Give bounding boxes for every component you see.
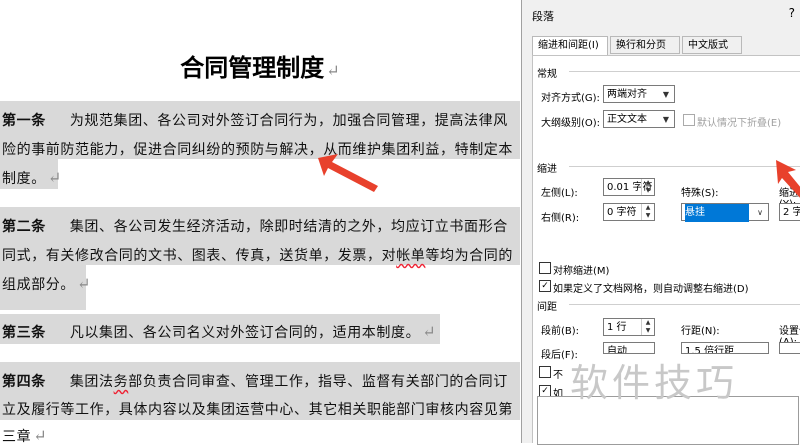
line-text: 同式，有关修改合同的文书、图表、传真，送货单，发票，对 <box>2 248 397 264</box>
left-indent-label: 左侧(L): <box>541 188 578 199</box>
outline-level-select[interactable]: 正文文本 ▼ <box>603 110 675 128</box>
paragraph-mark: ↵ <box>33 426 48 443</box>
divider <box>569 71 800 72</box>
help-icon[interactable]: ? <box>789 6 795 20</box>
line-text: 三章 <box>2 429 32 443</box>
right-indent-input[interactable]: 0 字符 ▲ ▼ <box>603 203 655 221</box>
alignment-select[interactable]: 两端对齐 ▼ <box>603 85 675 103</box>
spinner-icon[interactable]: ▲ ▼ <box>641 179 654 195</box>
line-text: 集团、各公司发生经济活动，除即时结清的之外，均应订立书面形合 <box>69 219 508 235</box>
outline-level-label: 大纲级别(O): <box>541 118 601 129</box>
special-label: 特殊(S): <box>681 188 719 199</box>
spellcheck-word: 帐单 <box>396 248 426 264</box>
chevron-down-icon: ▼ <box>662 115 670 124</box>
article-number: 第四条 <box>2 374 46 390</box>
text-line[interactable]: 制度。 ↵ <box>2 168 62 188</box>
alignment-label: 对齐方式(G): <box>541 93 600 104</box>
paragraph-mark: ↵ <box>47 168 62 187</box>
document-page: 合同管理制度 ↵ 第一条 为规范集团、各公司对外签订合同行为，加强合同管理，提高法律… <box>0 0 520 443</box>
left-indent-input[interactable]: 0.01 字符 ▲ ▼ <box>603 178 655 196</box>
chevron-down-icon: ▼ <box>662 90 670 99</box>
special-select[interactable]: 悬挂 ∨ <box>681 203 769 222</box>
text-line[interactable]: 第二条 集团、各公司发生经济活动，除即时结清的之外，均应订立书面形合 <box>2 216 508 236</box>
text-line[interactable]: 第一条 为规范集团、各公司对外签订合同行为，加强合同管理，提高法律风 <box>2 110 508 130</box>
tab-asian-typography[interactable]: 中文版式(H) <box>682 36 742 69</box>
space-before-value: 1 行 <box>607 322 627 333</box>
text-line[interactable]: 第三条 凡以集团、各公司名义对外签订合同的，适用本制度。 ↵ <box>2 322 436 342</box>
line-text: 制度。 <box>2 171 46 187</box>
watermark: 软件技巧 <box>570 361 739 405</box>
spinner-icon[interactable]: ▲ ▼ <box>641 204 654 220</box>
mirror-indent-checkbox[interactable] <box>539 262 551 274</box>
dialog-title: 段落 <box>532 10 554 23</box>
collapsed-label: 默认情况下折叠(E) <box>697 118 782 129</box>
line-text: 凡以集团、各公司名义对外签订合同的，适用本制度。 <box>69 325 421 341</box>
special-value: 悬挂 <box>685 204 749 222</box>
mirror-indent-label: 对称缩进(M) <box>553 266 610 277</box>
text-line[interactable]: 险的事前防范能力，促进合同纠纷的预防与解决，从而维护集团利益，特制定本 <box>2 139 513 159</box>
right-indent-value: 0 字符 <box>607 207 637 218</box>
arrow-icon <box>318 154 378 192</box>
paragraph-mark: ↵ <box>326 61 340 80</box>
line-text: 等均为合同的 <box>425 248 514 264</box>
dont-add-space-label: 不 <box>553 370 563 381</box>
spellcheck-word: 务 <box>113 374 129 390</box>
auto-adjust-label: 如果定义了文档网格，则自动调整右缩进(D) <box>553 284 749 295</box>
paragraph-mark: ↵ <box>77 274 92 293</box>
paragraph-mark: ↵ <box>422 322 437 341</box>
line-text: 险的事前防范能力，促进合同纠纷的预防与解决，从而维护集团利益，特制定本 <box>2 142 513 158</box>
space-before-label: 段前(B): <box>541 326 580 337</box>
arrow-icon <box>776 160 800 198</box>
text-line[interactable]: 三章 ↵ <box>2 426 47 443</box>
space-before-input[interactable]: 1 行 ▲ ▼ <box>603 318 655 336</box>
tab-indents-spacing[interactable]: 缩进和间距(I) <box>532 36 608 56</box>
section-header-general: 常规 <box>537 69 557 80</box>
dont-add-space-checkbox[interactable] <box>539 366 551 378</box>
right-indent-label: 右侧(R): <box>541 213 580 224</box>
text-line[interactable]: 同式，有关修改合同的文书、图表、传真，送货单，发票，对帐单等均为合同的 <box>2 245 513 265</box>
text-line[interactable]: 立及履行等工作，具体内容以及集团运营中心、其它相关职能部门审核内容见第 <box>2 399 513 419</box>
section-header-spacing: 间距 <box>537 302 557 313</box>
at-input[interactable] <box>779 342 800 354</box>
line-text: 立及履行等工作，具体内容以及集团运营中心、其它相关职能部门审核内容见第 <box>2 402 513 418</box>
spinner-icon[interactable]: ▲ ▼ <box>641 319 654 335</box>
divider <box>569 304 800 305</box>
text-line[interactable]: 第四条 集团法务部负责合同审查、管理工作，指导、监督有关部门的合同订 <box>2 371 508 391</box>
outline-level-value: 正文文本 <box>607 114 647 125</box>
indent-by-value: 2 字符 <box>783 207 800 218</box>
line-text: 组成部分。 <box>2 277 75 293</box>
document-title: 合同管理制度 ↵ <box>0 48 520 83</box>
article-number: 第一条 <box>2 113 46 129</box>
line-text: 部负责合同审查、管理工作，指导、监督有关部门的合同订 <box>128 374 508 390</box>
collapsed-checkbox[interactable] <box>683 114 695 126</box>
alignment-value: 两端对齐 <box>607 89 647 100</box>
line-text: 集团法 <box>69 374 114 390</box>
title-text: 合同管理制度 <box>180 53 325 82</box>
auto-adjust-checkbox[interactable]: ✓ <box>539 280 551 292</box>
article-number: 第三条 <box>2 325 46 341</box>
tab-line-page-breaks[interactable]: 换行和分页(P) <box>610 36 680 69</box>
article-number: 第二条 <box>2 219 46 235</box>
text-line[interactable]: 组成部分。 ↵ <box>2 274 91 294</box>
chevron-down-icon: ∨ <box>757 208 763 217</box>
section-header-indent: 缩进 <box>537 164 557 175</box>
line-text: 为规范集团、各公司对外签订合同行为，加强合同管理，提高法律风 <box>69 113 508 129</box>
line-spacing-label: 行距(N): <box>681 326 720 337</box>
